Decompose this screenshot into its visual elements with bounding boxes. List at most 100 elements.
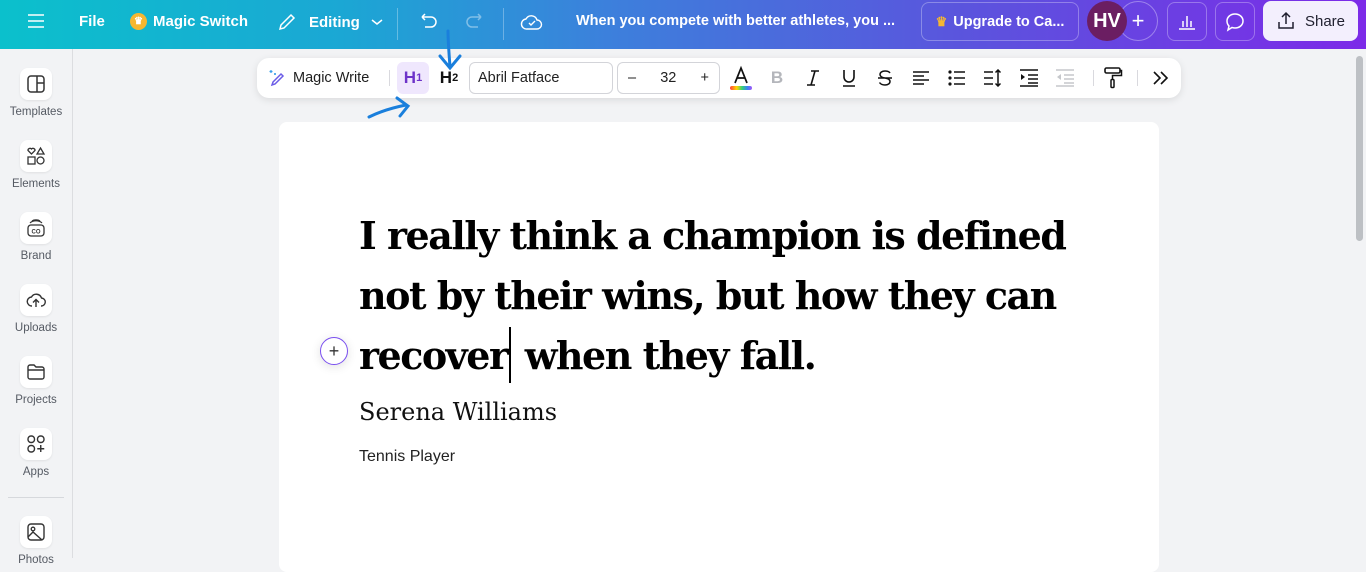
text-color-button[interactable]: [729, 58, 753, 98]
author-role[interactable]: Tennis Player: [359, 448, 455, 466]
indent-icon: [1020, 69, 1038, 87]
text-toolbar: Magic Write H1 H2 Abril Fatface – 32 + B: [257, 58, 1181, 98]
underline-icon: [843, 70, 855, 87]
redo-icon: [466, 13, 482, 28]
save-status-button[interactable]: [520, 12, 544, 32]
magic-switch-button[interactable]: ♛ Magic Switch: [130, 13, 248, 30]
sidebar-label: Apps: [22, 466, 50, 478]
heading-2-button[interactable]: H2: [433, 58, 465, 98]
add-element-button[interactable]: +: [320, 337, 348, 365]
underline-button[interactable]: [837, 58, 861, 98]
plus-icon: +: [1131, 8, 1145, 33]
crown-icon: ♛: [935, 13, 948, 29]
h1-sub: 1: [416, 72, 423, 84]
divider: [1137, 70, 1138, 86]
text-cursor: [509, 327, 511, 383]
sidebar-label: Photos: [18, 554, 54, 566]
redo-button[interactable]: [464, 12, 486, 32]
magic-pencil-icon: [269, 70, 285, 87]
projects-icon: [27, 364, 45, 380]
main-menu-button[interactable]: [27, 13, 45, 29]
file-menu[interactable]: File: [79, 13, 105, 30]
magic-switch-label: Magic Switch: [153, 13, 249, 30]
bullet-list-icon: [948, 70, 965, 86]
document-title-text: When you compete with better athletes, y…: [576, 13, 896, 29]
design-page[interactable]: I really think a champion is defined not…: [279, 122, 1159, 572]
sidebar-item-apps[interactable]: Apps: [0, 428, 72, 478]
divider: [503, 8, 504, 40]
top-bar: File ♛ Magic Switch Editing When you com…: [0, 0, 1366, 49]
bullet-list-button[interactable]: [945, 58, 969, 98]
document-title[interactable]: When you compete with better athletes, y…: [576, 13, 895, 29]
insights-button[interactable]: [1167, 2, 1207, 41]
sidebar-item-uploads[interactable]: Uploads: [0, 284, 72, 334]
quote-text-box[interactable]: I really think a champion is defined not…: [359, 206, 1079, 386]
more-options-button[interactable]: [1149, 58, 1173, 98]
italic-icon: [807, 70, 819, 86]
plus-icon: +: [328, 340, 340, 361]
magic-write-label: Magic Write: [293, 70, 370, 86]
double-chevron-right-icon: [1153, 71, 1169, 85]
line-spacing-icon: [984, 69, 1002, 87]
comment-icon: [1226, 12, 1244, 32]
photos-icon: [27, 523, 45, 541]
outdent-button[interactable]: [1053, 58, 1077, 98]
author-name[interactable]: Serena Williams: [359, 398, 557, 426]
apps-icon: [27, 435, 45, 453]
avatar-initials: HV: [1093, 9, 1121, 32]
crown-icon: ♛: [130, 13, 147, 30]
share-button[interactable]: Share: [1263, 1, 1358, 41]
font-family-dropdown[interactable]: Abril Fatface: [469, 62, 613, 94]
file-label: File: [79, 13, 105, 30]
upgrade-button[interactable]: ♛ Upgrade to Ca...: [921, 2, 1079, 41]
undo-button[interactable]: [417, 12, 439, 32]
font-size-input[interactable]: 32: [660, 70, 676, 86]
align-left-icon: [913, 71, 929, 85]
sidebar: Templates Elements CO Brand Uploads Proj…: [0, 49, 73, 566]
decrease-font-size-button[interactable]: –: [628, 70, 636, 86]
h2-label: H: [439, 68, 453, 87]
magic-write-button[interactable]: Magic Write: [267, 58, 369, 98]
divider: [1093, 70, 1094, 86]
sidebar-item-templates[interactable]: Templates: [0, 68, 72, 118]
sidebar-label: Projects: [15, 394, 57, 406]
h2-sub: 2: [452, 72, 459, 84]
spacing-button[interactable]: [981, 58, 1005, 98]
paint-roller-icon: [1104, 67, 1123, 89]
indent-button[interactable]: [1017, 58, 1041, 98]
quote-text-end: when they fall.: [512, 333, 817, 378]
increase-font-size-button[interactable]: +: [701, 70, 709, 86]
sidebar-item-projects[interactable]: Projects: [0, 356, 72, 406]
strikethrough-icon: [878, 70, 892, 86]
sidebar-divider: [8, 497, 64, 498]
vertical-scrollbar[interactable]: [1356, 56, 1363, 241]
comments-button[interactable]: [1215, 2, 1255, 41]
heading-1-button[interactable]: H1: [397, 62, 429, 94]
user-avatar[interactable]: HV: [1087, 1, 1127, 41]
chevron-down-icon: [371, 19, 383, 25]
sidebar-label: Templates: [9, 106, 63, 118]
hamburger-icon: [28, 14, 44, 28]
sidebar-item-elements[interactable]: Elements: [0, 140, 72, 190]
upload-share-icon: [1278, 11, 1294, 29]
copy-style-button[interactable]: [1101, 58, 1125, 98]
sidebar-label: Elements: [12, 178, 60, 190]
bold-icon: B: [770, 68, 784, 87]
editing-label: Editing: [309, 13, 360, 31]
sidebar-item-photos[interactable]: Photos: [0, 516, 72, 566]
upgrade-label: Upgrade to Ca...: [953, 13, 1065, 30]
font-name: Abril Fatface: [478, 70, 560, 86]
italic-button[interactable]: [801, 58, 825, 98]
elements-icon: [27, 146, 46, 165]
divider: [389, 70, 390, 86]
font-size-stepper: – 32 +: [617, 62, 720, 94]
align-left-button[interactable]: [909, 58, 933, 98]
divider: [397, 8, 398, 40]
h1-label: H: [403, 68, 417, 87]
strikethrough-button[interactable]: [873, 58, 897, 98]
uploads-icon: [26, 293, 46, 307]
bold-button[interactable]: B: [765, 58, 789, 98]
sidebar-item-brand[interactable]: CO Brand: [0, 212, 72, 262]
brand-icon: CO: [27, 219, 45, 237]
editing-mode-dropdown[interactable]: Editing: [277, 12, 384, 32]
